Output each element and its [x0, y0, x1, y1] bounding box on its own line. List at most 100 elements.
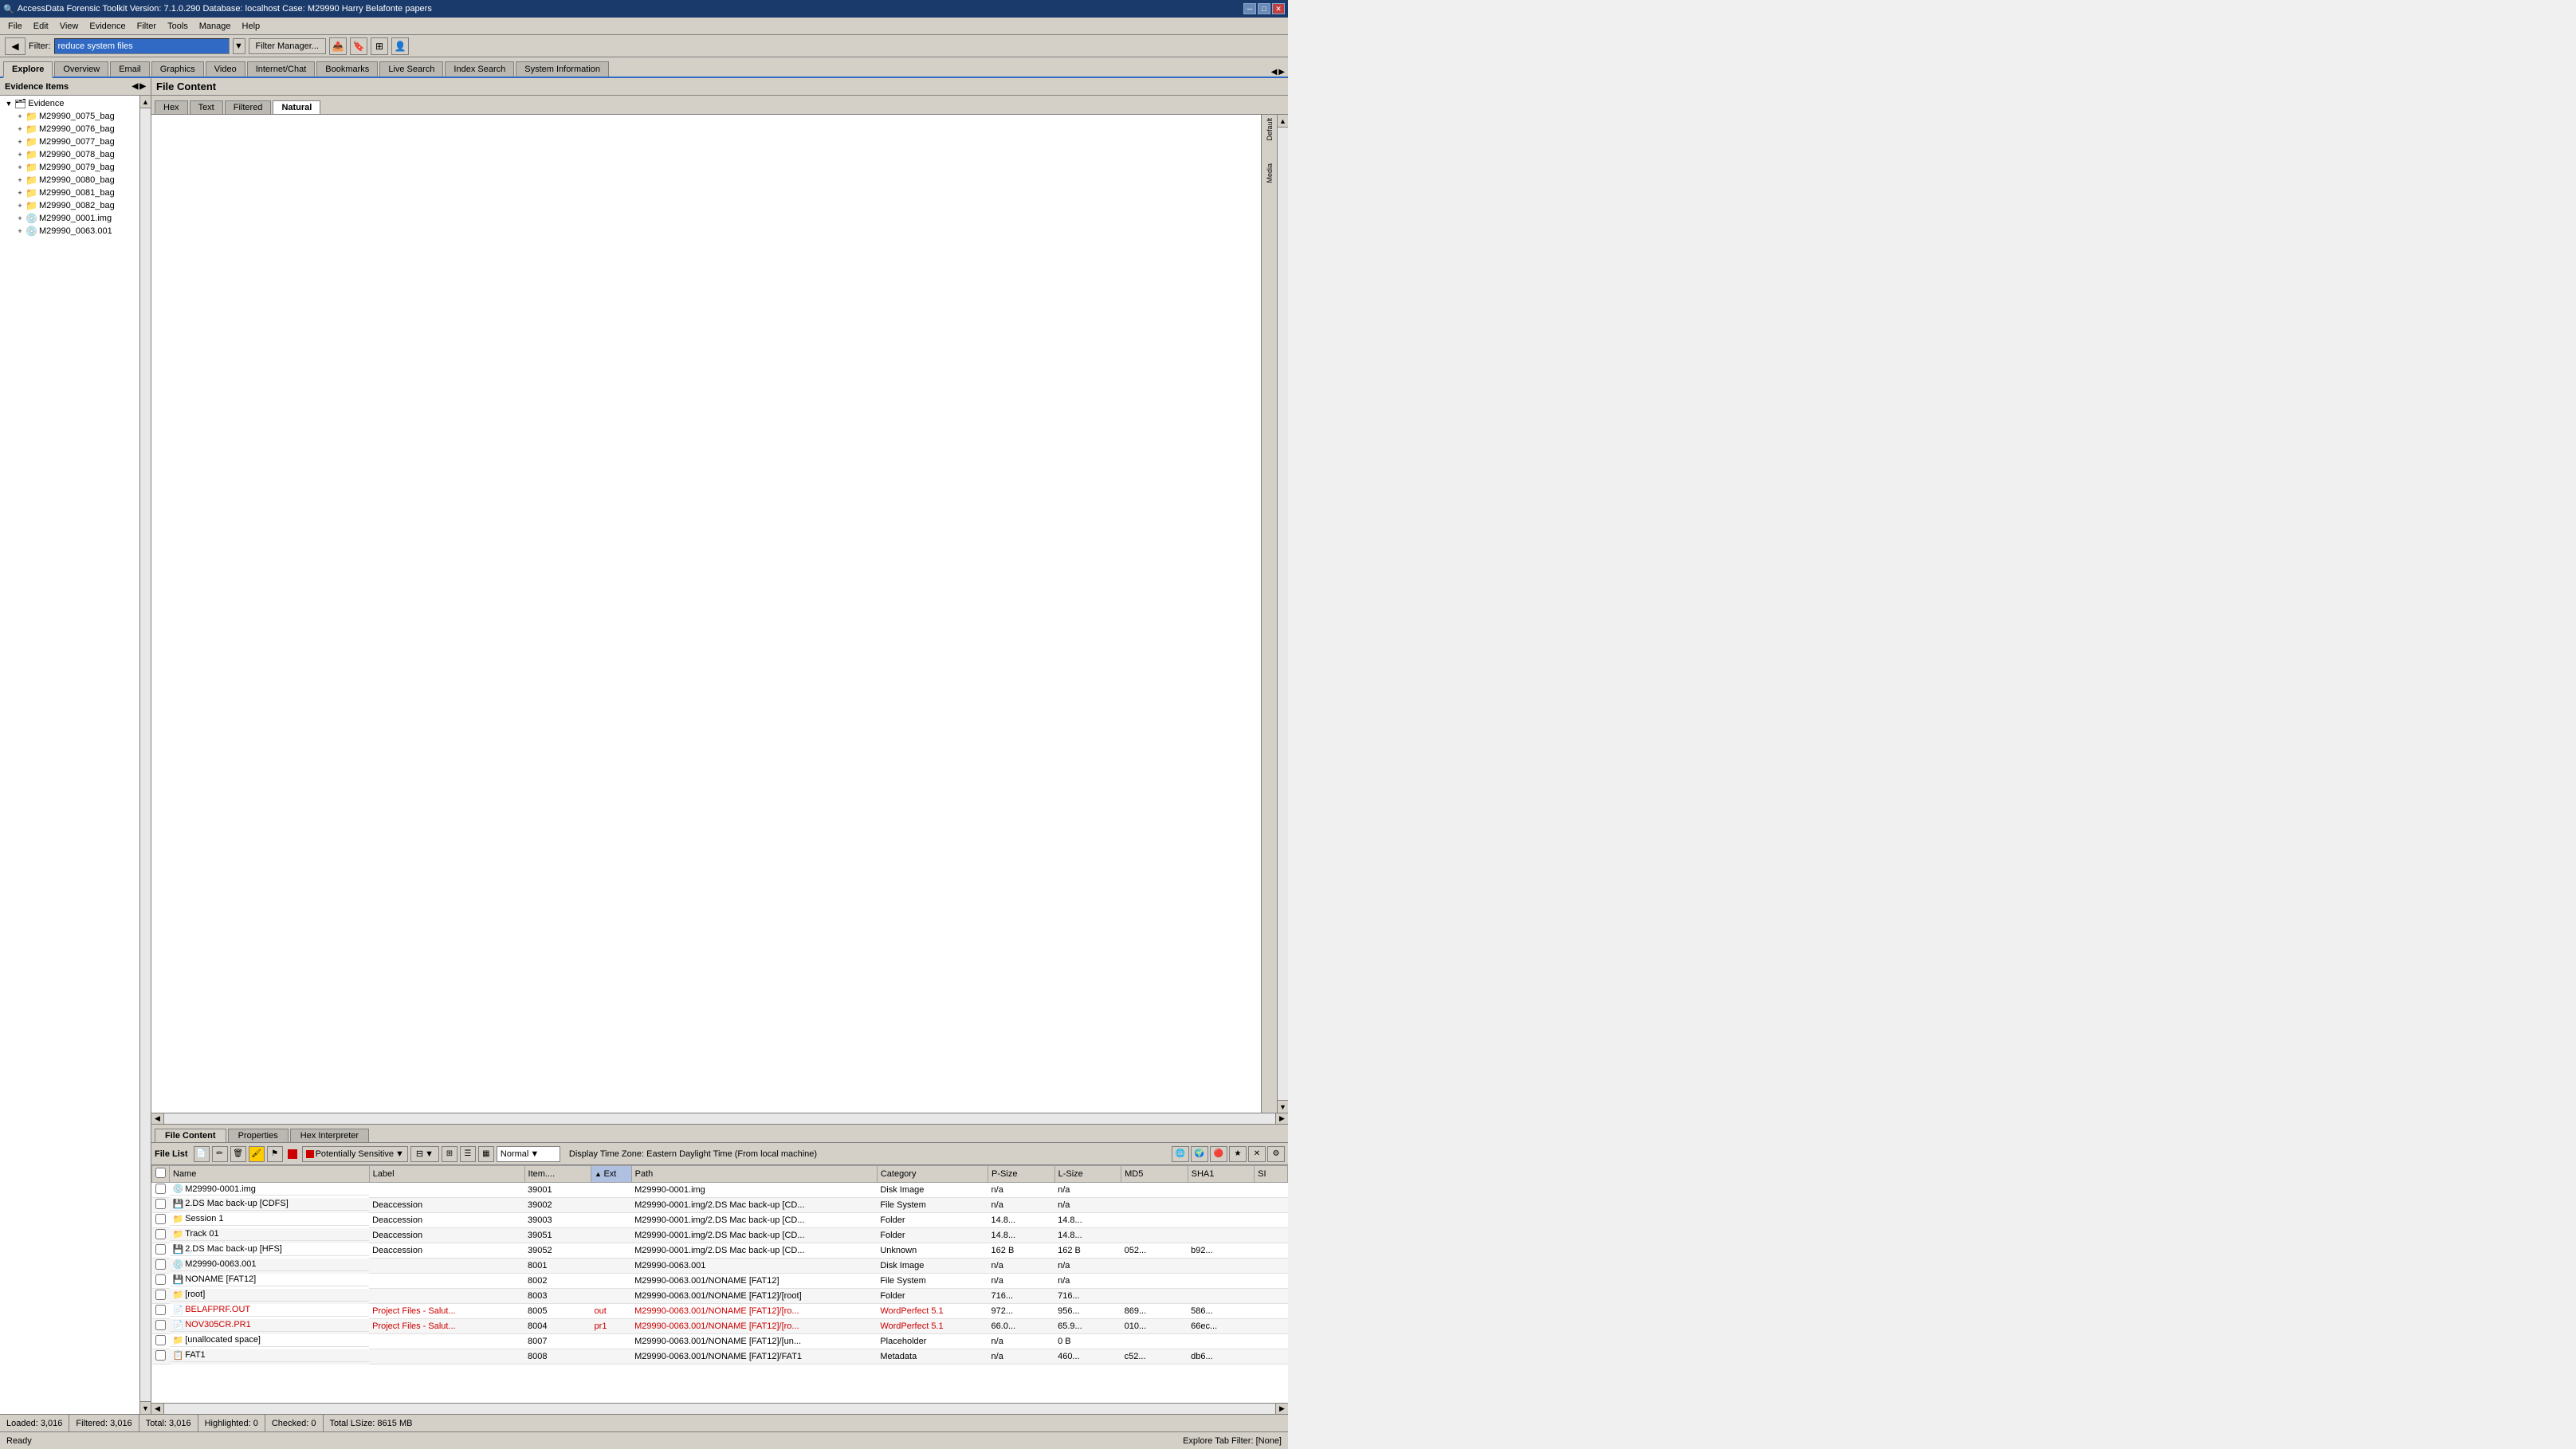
- fl-paint-btn[interactable]: 🖌: [249, 1146, 265, 1162]
- fl-flag-btn[interactable]: ⚑: [267, 1146, 283, 1162]
- select-all-checkbox[interactable]: [155, 1168, 166, 1178]
- panel-right-arrow[interactable]: ▶: [139, 82, 146, 91]
- fl-star-btn[interactable]: ★: [1229, 1146, 1247, 1162]
- content-tab-natural[interactable]: Natural: [273, 100, 320, 114]
- col-item[interactable]: Item....: [524, 1166, 591, 1183]
- scroll-down-arrow[interactable]: ▼: [140, 1401, 151, 1414]
- ft-scroll-right[interactable]: ▶: [1275, 1404, 1288, 1414]
- toolbar-export-icon[interactable]: 📤: [329, 37, 347, 55]
- tab-system-information[interactable]: System Information: [516, 61, 609, 77]
- col-sha1[interactable]: SHA1: [1188, 1166, 1255, 1183]
- col-md5[interactable]: MD5: [1121, 1166, 1188, 1183]
- content-scroll-right[interactable]: ▶: [1275, 1113, 1288, 1124]
- maximize-button[interactable]: □: [1258, 3, 1270, 14]
- col-ext[interactable]: ▲ Ext: [591, 1166, 632, 1183]
- tab-internet-chat[interactable]: Internet/Chat: [247, 61, 316, 77]
- row-check[interactable]: [152, 1259, 170, 1274]
- fl-close-btn[interactable]: ✕: [1248, 1146, 1266, 1162]
- normal-dropdown[interactable]: Normal ▼: [497, 1146, 560, 1162]
- filter-input[interactable]: [54, 38, 230, 54]
- tree-scrollbar[interactable]: ▲ ▼: [139, 96, 151, 1414]
- row-check[interactable]: [152, 1198, 170, 1213]
- content-tab-hex[interactable]: Hex: [155, 100, 188, 114]
- row-check[interactable]: [152, 1183, 170, 1198]
- row-check[interactable]: [152, 1213, 170, 1228]
- tab-right-arrow[interactable]: ▶: [1278, 68, 1285, 77]
- tab-live-search[interactable]: Live Search: [379, 61, 443, 77]
- fl-edit-btn[interactable]: ✏: [212, 1146, 228, 1162]
- content-scroll-left[interactable]: ◀: [151, 1113, 164, 1124]
- row-check[interactable]: [152, 1243, 170, 1259]
- content-hscrollbar[interactable]: ◀ ▶: [151, 1113, 1288, 1124]
- toolbar-user-icon[interactable]: 👤: [391, 37, 409, 55]
- tree-item-0001img[interactable]: + 💿 M29990_0001.img: [2, 212, 138, 225]
- menu-tools[interactable]: Tools: [163, 20, 193, 33]
- red-color-box[interactable]: [288, 1149, 297, 1159]
- fl-globe3-btn[interactable]: 🔴: [1210, 1146, 1227, 1162]
- filter-manager-button[interactable]: Filter Manager...: [249, 38, 326, 54]
- scroll-up-arrow[interactable]: ▲: [140, 96, 151, 108]
- content-vscrollbar[interactable]: ▲ ▼: [1277, 115, 1288, 1113]
- content-scroll-down[interactable]: ▼: [1278, 1100, 1288, 1113]
- col-si[interactable]: SI: [1255, 1166, 1288, 1183]
- row-check[interactable]: [152, 1228, 170, 1243]
- tab-email[interactable]: Email: [110, 61, 150, 77]
- toolbar-bookmark-icon[interactable]: 🔖: [350, 37, 367, 55]
- fl-settings-btn[interactable]: ⚙: [1267, 1146, 1285, 1162]
- menu-filter[interactable]: Filter: [132, 20, 161, 33]
- tree-item-evidence[interactable]: ▼ 🗂 Evidence: [2, 97, 138, 110]
- bottom-tab-properties[interactable]: Properties: [228, 1129, 289, 1142]
- menu-help[interactable]: Help: [238, 20, 265, 33]
- tab-graphics[interactable]: Graphics: [151, 61, 204, 77]
- filter-dropdown[interactable]: ▼: [233, 38, 245, 54]
- fl-delete-btn[interactable]: 🗑: [230, 1146, 246, 1162]
- bottom-tab-hex-interpreter[interactable]: Hex Interpreter: [290, 1129, 369, 1142]
- fl-view3-btn[interactable]: ▦: [478, 1146, 494, 1162]
- tree-item-0077[interactable]: + 📁 M29990_0077_bag: [2, 135, 138, 148]
- tab-bookmarks[interactable]: Bookmarks: [316, 61, 378, 77]
- row-check[interactable]: [152, 1289, 170, 1304]
- tree-item-0063[interactable]: + 💿 M29990_0063.001: [2, 225, 138, 238]
- col-label[interactable]: Label: [369, 1166, 524, 1183]
- minimize-button[interactable]: ─: [1243, 3, 1256, 14]
- col-category[interactable]: Category: [877, 1166, 988, 1183]
- menu-edit[interactable]: Edit: [29, 20, 53, 33]
- row-check[interactable]: [152, 1274, 170, 1289]
- menu-file[interactable]: File: [3, 20, 27, 33]
- tree-item-0079[interactable]: + 📁 M29990_0079_bag: [2, 161, 138, 174]
- menu-manage[interactable]: Manage: [194, 20, 236, 33]
- columns-button[interactable]: ⊟ ▼: [410, 1146, 439, 1162]
- bottom-tab-file-content[interactable]: File Content: [155, 1129, 226, 1142]
- row-check[interactable]: [152, 1304, 170, 1319]
- tab-left-arrow[interactable]: ◀: [1271, 68, 1278, 77]
- menu-view[interactable]: View: [55, 20, 84, 33]
- fl-new-btn[interactable]: 📄: [194, 1146, 210, 1162]
- content-scroll-up[interactable]: ▲: [1278, 115, 1288, 128]
- tree-item-0075[interactable]: + 📁 M29990_0075_bag: [2, 110, 138, 123]
- tab-video[interactable]: Video: [206, 61, 245, 77]
- toolbar-layout-icon[interactable]: ⊞: [371, 37, 388, 55]
- row-check[interactable]: [152, 1349, 170, 1365]
- close-button[interactable]: ✕: [1272, 3, 1285, 14]
- row-check[interactable]: [152, 1319, 170, 1334]
- fl-view1-btn[interactable]: ⊞: [442, 1146, 457, 1162]
- fl-view2-btn[interactable]: ☰: [460, 1146, 476, 1162]
- content-tab-filtered[interactable]: Filtered: [225, 100, 272, 114]
- tree-item-0080[interactable]: + 📁 M29990_0080_bag: [2, 174, 138, 187]
- toolbar-back-icon[interactable]: ◀: [5, 37, 26, 55]
- col-name[interactable]: Name: [170, 1166, 370, 1183]
- content-tab-text[interactable]: Text: [190, 100, 223, 114]
- sensitive-dropdown[interactable]: Potentially Sensitive ▼: [302, 1146, 408, 1162]
- tab-overview[interactable]: Overview: [54, 61, 108, 77]
- panel-left-arrow[interactable]: ◀: [132, 82, 139, 91]
- tree-item-0078[interactable]: + 📁 M29990_0078_bag: [2, 148, 138, 161]
- tree-item-0076[interactable]: + 📁 M29990_0076_bag: [2, 123, 138, 135]
- fl-globe1-btn[interactable]: 🌐: [1172, 1146, 1189, 1162]
- file-table-hscrollbar[interactable]: ◀ ▶: [151, 1403, 1288, 1414]
- tab-index-search[interactable]: Index Search: [445, 61, 514, 77]
- col-path[interactable]: Path: [631, 1166, 877, 1183]
- col-lsize[interactable]: L-Size: [1054, 1166, 1121, 1183]
- tab-explore[interactable]: Explore: [3, 61, 53, 78]
- fl-globe2-btn[interactable]: 🌍: [1191, 1146, 1208, 1162]
- row-check[interactable]: [152, 1334, 170, 1349]
